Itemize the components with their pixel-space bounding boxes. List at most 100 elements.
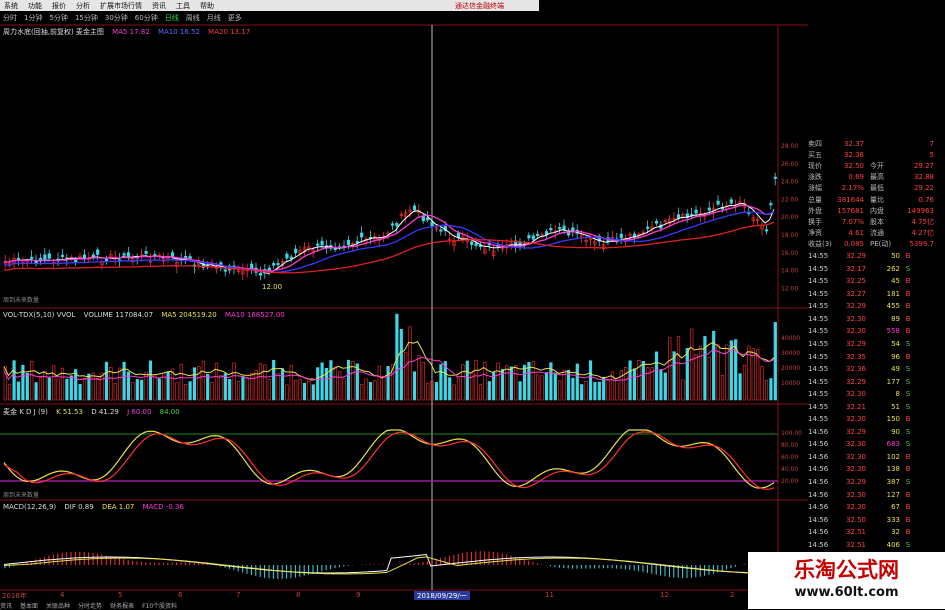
- volume-axis-label: 20000: [781, 365, 800, 372]
- volume-bar: [478, 384, 483, 401]
- tick-row: 14:55 32.25 45 B: [808, 275, 945, 288]
- bottom-tab-5[interactable]: F10个股资料: [142, 601, 177, 610]
- volume-bar: [575, 363, 579, 401]
- price-axis-label: 20.00: [781, 214, 798, 221]
- date-tick: 6: [178, 591, 183, 599]
- tick-row: 14:55 32.27 181 B: [808, 288, 945, 301]
- volume-bar: [412, 371, 417, 401]
- tick-cell: 14:55: [808, 327, 829, 336]
- volume-bar: [184, 384, 188, 401]
- volume-bar: [602, 376, 606, 401]
- quote-cell: 涨跌: [808, 173, 822, 182]
- date-tick: 11: [545, 591, 554, 599]
- candle-body: [285, 253, 289, 259]
- candle-body: [562, 225, 566, 230]
- quote-cell: 5: [929, 150, 934, 159]
- volume-bar: [382, 375, 386, 401]
- tick-cell: 32.35: [845, 352, 866, 361]
- quote-cell: 29.22: [913, 184, 934, 193]
- volume-bar: [316, 367, 320, 401]
- volume-bar: [276, 373, 280, 401]
- volume-bar: [628, 360, 632, 401]
- volume-bar: [558, 380, 562, 401]
- volume-bar: [82, 377, 87, 401]
- volume-bar: [553, 372, 557, 401]
- watermark: 乐淘公式网 www.60lt.com: [748, 552, 945, 609]
- volume-bar: [250, 372, 254, 401]
- tick-cell: 14:56: [808, 465, 829, 474]
- candle-body: [531, 235, 535, 240]
- watermark-title: 乐淘公式网: [794, 557, 899, 582]
- volume-bar: [65, 378, 69, 401]
- volume-ma10-line: [3, 348, 775, 382]
- volume-bar: [707, 357, 711, 401]
- quote-cell: 7: [929, 139, 934, 148]
- volume-bar: [338, 371, 342, 401]
- volume-bar: [214, 362, 219, 401]
- tick-row: 14:56 32.30 102 B: [808, 451, 945, 464]
- tick-cell: B: [905, 490, 911, 499]
- volume-bar: [716, 344, 720, 401]
- quote-cell: 现价: [808, 161, 822, 170]
- candle-body: [646, 226, 650, 229]
- tick-cell: 96: [891, 352, 900, 361]
- candle-body: [96, 249, 100, 255]
- candle-body: [536, 233, 540, 236]
- volume-bar: [16, 381, 21, 401]
- volume-bar: [25, 372, 29, 401]
- bottom-tab-0[interactable]: 资讯: [0, 601, 12, 610]
- volume-bar: [52, 365, 56, 401]
- kline-chart-area[interactable]: 12.00 周到未来数量 周到未来数量 28.00 26.00 24.00 22.00…: [0, 0, 808, 609]
- volume-bar: [373, 380, 377, 401]
- volume-bar: [685, 347, 689, 401]
- volume-bar: [8, 383, 12, 401]
- tick-cell: 50: [891, 252, 900, 261]
- tick-row: 14:55 32.30 89 B: [808, 313, 945, 326]
- tick-cell: 54: [891, 339, 900, 348]
- tick-cell: B: [905, 302, 911, 311]
- volume-bar: [632, 368, 637, 401]
- volume-bar: [773, 322, 777, 401]
- tick-cell: 51: [891, 402, 900, 411]
- tick-cell: 32.30: [845, 327, 866, 336]
- price-axis-label: 14.00: [781, 268, 798, 275]
- bottom-tab-4[interactable]: 财务报表: [110, 601, 134, 610]
- candle-body: [47, 253, 51, 259]
- tick-list: 14:55 32.29 50 B 14:55 32.17 262 S 14:55 32.25 45 B…: [808, 250, 945, 576]
- volume-bar: [720, 375, 725, 401]
- quote-cell: 收益(3): [808, 240, 832, 249]
- tick-cell: 32.30: [845, 465, 866, 474]
- tick-cell: 14:55: [808, 377, 829, 386]
- bottom-tab-3[interactable]: 分时走势: [78, 601, 102, 610]
- bottom-tab-2[interactable]: 关联品种: [46, 601, 70, 610]
- volume-bar: [289, 365, 293, 401]
- quote-cell: 2.17%: [841, 184, 864, 193]
- candle-body: [707, 207, 711, 211]
- volume-bar: [166, 371, 170, 401]
- tick-row: 14:56 32.51 32 B: [808, 526, 945, 539]
- volume-bar: [764, 379, 769, 401]
- volume-bar: [298, 378, 302, 401]
- candle-body: [470, 241, 474, 245]
- tick-cell: 89: [891, 314, 900, 323]
- volume-bar: [514, 365, 518, 401]
- tick-cell: 558: [886, 327, 900, 336]
- tick-cell: B: [905, 452, 911, 461]
- volume-bar: [505, 365, 509, 401]
- volume-bar: [267, 378, 271, 401]
- volume-bar: [355, 363, 359, 401]
- tick-cell: 32.51: [845, 540, 866, 549]
- bottom-tabs: 资讯 基本面 关联品种 分时走势 财务报表 F10个股资料: [0, 601, 808, 610]
- quote-cell: 149963: [907, 206, 934, 215]
- tick-cell: 138: [886, 465, 900, 474]
- candle-body: [60, 254, 65, 257]
- tick-cell: 32.30: [845, 440, 866, 449]
- candle-body: [74, 259, 78, 263]
- volume-bar: [302, 382, 307, 401]
- volume-bar: [122, 361, 126, 401]
- bottom-tab-1[interactable]: 基本面: [20, 601, 38, 610]
- price-axis-label: 24.00: [781, 179, 798, 186]
- tick-cell: 14:55: [808, 252, 829, 261]
- candle-body: [412, 205, 417, 211]
- volume-bar: [96, 377, 100, 401]
